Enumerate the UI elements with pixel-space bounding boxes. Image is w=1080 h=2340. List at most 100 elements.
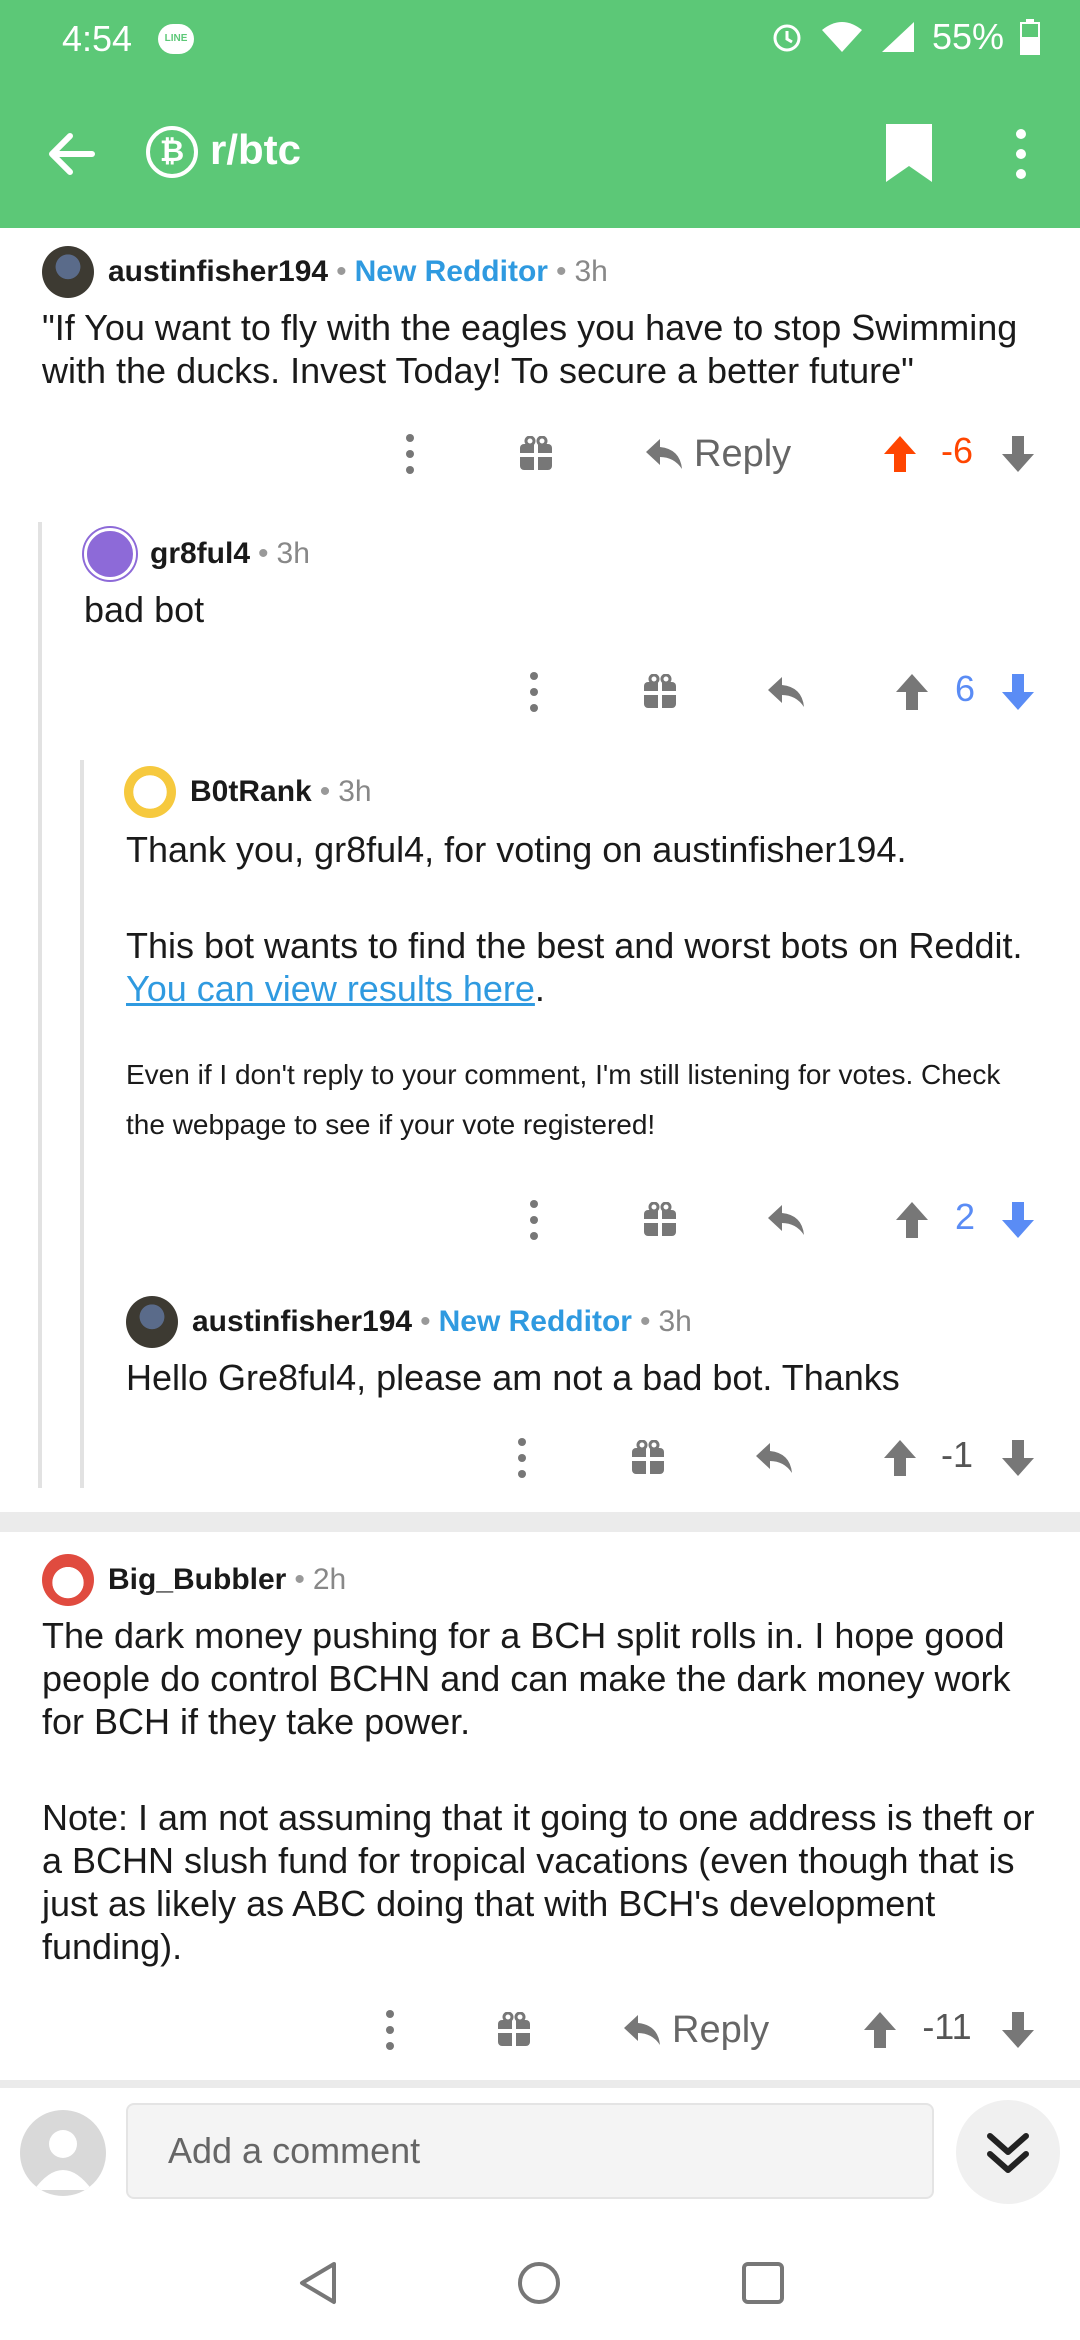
comment-age: 3h (574, 255, 608, 288)
comment-age: 2h (312, 1563, 347, 1596)
separator-dot: • (294, 1563, 305, 1596)
gift-icon[interactable] (630, 1428, 666, 1488)
status-icons: 55% (770, 16, 1040, 58)
reply-label: Reply (694, 432, 792, 475)
bitcoin-icon: ₿ (146, 126, 198, 178)
separator-dot: • (555, 255, 567, 288)
reply-button[interactable]: Reply (644, 424, 791, 484)
reply-icon[interactable] (766, 1190, 806, 1250)
separator-dot: • (420, 1305, 431, 1338)
user-avatar (20, 2110, 106, 2196)
bookmark-icon[interactable] (886, 124, 932, 182)
overflow-icon[interactable] (522, 1190, 546, 1250)
nav-recents-icon[interactable] (740, 2260, 786, 2306)
separator-dot: • (319, 775, 331, 808)
downvote-icon[interactable] (1000, 424, 1036, 484)
vote-score: -1 (940, 1434, 973, 1475)
thread-line-level2[interactable] (80, 760, 84, 1488)
upvote-icon[interactable] (882, 1428, 918, 1488)
composer-divider (0, 2080, 1080, 2088)
nav-home-icon[interactable] (516, 2260, 562, 2306)
comment-actions: 2 (0, 1190, 1080, 1250)
avatar[interactable] (124, 766, 176, 818)
comment-meta: Big_Bubbler • 2h (42, 1554, 346, 1606)
downvote-icon[interactable] (1000, 1428, 1036, 1488)
vote-score: 6 (954, 668, 976, 709)
comment-age: 3h (658, 1305, 692, 1338)
link-suffix: . (534, 968, 545, 1009)
separator-dot: • (336, 255, 347, 288)
gift-icon[interactable] (496, 2000, 532, 2060)
subreddit-title[interactable]: r/btc (210, 126, 301, 174)
reply-icon (646, 439, 682, 469)
wifi-icon (821, 22, 862, 52)
upvote-icon[interactable] (882, 424, 918, 484)
comment-actions: -1 (0, 1428, 1080, 1488)
avatar[interactable] (84, 528, 136, 580)
reply-button[interactable]: Reply (622, 2000, 769, 2060)
overflow-icon[interactable] (510, 1428, 534, 1488)
comment-meta: austinfisher194 • New Redditor • 3h (126, 1296, 692, 1348)
reply-label: Reply (672, 2008, 770, 2051)
comment-body: Hello Gre8ful4, please am not a bad bot.… (126, 1357, 900, 1398)
reply-icon[interactable] (754, 1428, 794, 1488)
overflow-icon[interactable] (378, 2000, 402, 2060)
upvote-icon[interactable] (894, 1190, 930, 1250)
gift-icon[interactable] (642, 662, 678, 722)
comment-body: "If You want to fly with the eagles you … (42, 307, 1018, 391)
more-vert-icon[interactable] (1008, 126, 1034, 182)
avatar[interactable] (126, 1296, 178, 1348)
battery-percent: 55% (931, 16, 1004, 57)
comment-body-small: Even if I don't reply to your comment, I… (126, 1059, 1001, 1140)
back-arrow-icon[interactable] (44, 126, 100, 182)
add-comment-input[interactable]: Add a comment (126, 2103, 934, 2199)
author-name[interactable]: gr8ful4 (150, 537, 250, 571)
gift-icon[interactable] (642, 1190, 678, 1250)
comment-age: 3h (276, 537, 310, 570)
line-notification-icon: LINE (158, 24, 194, 54)
upvote-icon[interactable] (862, 2000, 898, 2060)
comment-composer: Add a comment (0, 2088, 1080, 2218)
status-bar: 4:54 LINE 55% (0, 0, 1080, 80)
avatar[interactable] (42, 1554, 94, 1606)
gift-icon[interactable] (518, 424, 554, 484)
comment-meta: gr8ful4 • 3h (84, 528, 310, 580)
battery-icon (1020, 19, 1040, 55)
comment-actions: Reply -6 (0, 424, 1080, 484)
comment-meta: B0tRank • 3h (124, 766, 372, 818)
user-icon (34, 2130, 92, 2190)
avatar[interactable] (42, 246, 94, 298)
author-flair: New Redditor (438, 1305, 632, 1338)
status-time: 4:54 (62, 18, 133, 59)
app-bar: ₿ r/btc (0, 100, 1080, 210)
system-nav-bar (0, 2218, 1080, 2340)
upvote-icon[interactable] (894, 662, 930, 722)
results-link[interactable]: You can view results here (126, 968, 535, 1009)
downvote-icon[interactable] (1000, 1190, 1036, 1250)
author-flair: New Redditor (354, 255, 548, 288)
author-name[interactable]: Big_Bubbler (108, 1563, 286, 1597)
author-name[interactable]: B0tRank (190, 775, 312, 809)
reply-icon (624, 2015, 660, 2045)
signal-icon (881, 22, 914, 52)
downvote-icon[interactable] (1000, 2000, 1036, 2060)
comment-body: bad bot (84, 589, 205, 630)
comment-divider (0, 1512, 1080, 1532)
comment-body-paragraph1: The dark money pushing for a BCH split r… (42, 1615, 1011, 1742)
collapse-button[interactable] (956, 2100, 1060, 2204)
vote-score: -6 (940, 430, 973, 471)
downvote-icon[interactable] (1000, 662, 1036, 722)
nav-back-icon[interactable] (296, 2260, 342, 2306)
overflow-icon[interactable] (398, 424, 422, 484)
comment-age: 3h (338, 775, 372, 808)
comment-body-line1: Thank you, gr8ful4, for voting on austin… (126, 829, 907, 870)
comment-actions: Reply -11 (0, 2000, 1080, 2060)
overflow-icon[interactable] (522, 662, 546, 722)
author-name[interactable]: austinfisher194 (108, 255, 328, 289)
comment-body-line2: This bot wants to find the best and wors… (126, 924, 1066, 1010)
comment-meta: austinfisher194 • New Redditor • 3h (42, 246, 608, 298)
separator-dot: • (258, 537, 269, 570)
author-name[interactable]: austinfisher194 (192, 1305, 412, 1339)
comment-body-text: This bot wants to find the best and wors… (126, 925, 1023, 966)
reply-icon[interactable] (766, 662, 806, 722)
